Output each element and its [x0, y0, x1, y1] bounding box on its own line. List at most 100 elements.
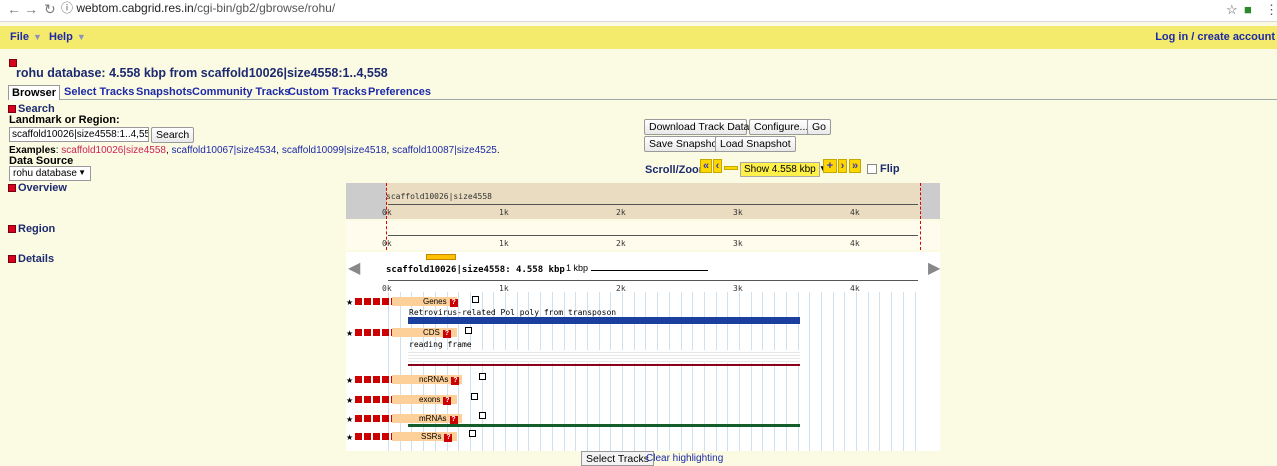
grid-line: [622, 292, 623, 451]
scroll-left-icon[interactable]: ‹: [713, 159, 722, 173]
region-marker-right: [920, 183, 921, 219]
overview-section-header[interactable]: Overview: [8, 182, 67, 194]
collapse-icon[interactable]: [8, 105, 16, 114]
track-label-mrnas[interactable]: mRNAs?: [392, 414, 462, 424]
address-bar[interactable]: ⓘ webtom.cabgrid.res.in/cgi-bin/gb2/gbro…: [61, 0, 335, 16]
track-info-icon[interactable]: [465, 327, 472, 334]
tab-community-tracks[interactable]: Community Tracks: [189, 85, 293, 100]
save-snapshot-button[interactable]: Save Snapshot: [644, 136, 726, 152]
gene-feature-bar[interactable]: [408, 317, 800, 324]
search-button[interactable]: Search: [151, 127, 195, 143]
extension-icon[interactable]: ■: [1244, 2, 1252, 17]
load-snapshot-button[interactable]: Load Snapshot: [715, 136, 796, 152]
grid-line: [692, 292, 694, 451]
browser-toolbar: ← → ↻ ⓘ webtom.cabgrid.res.in/cgi-bin/gb…: [0, 0, 1277, 22]
scroll-far-right-icon[interactable]: »: [849, 159, 861, 173]
back-icon[interactable]: ←: [7, 1, 21, 17]
track-label-cds[interactable]: CDS?: [392, 328, 457, 338]
menu-bar: File ▼ Help ▼ Log in / create account: [0, 26, 1277, 49]
help-icon: ?: [443, 397, 452, 405]
track-info-icon[interactable]: [472, 296, 479, 303]
help-icon: ?: [444, 434, 453, 442]
details-section-header[interactable]: Details: [8, 253, 54, 265]
download-track-data-select[interactable]: Download Track Data ▼: [644, 119, 763, 135]
overview-axis: [388, 204, 918, 205]
grid-line: [750, 292, 752, 451]
collapse-icon[interactable]: [8, 255, 16, 264]
login-link[interactable]: Log in / create account: [1155, 31, 1275, 43]
tab-select-tracks[interactable]: Select Tracks: [61, 85, 137, 100]
drag-handle[interactable]: [426, 254, 456, 260]
track-info-icon[interactable]: [471, 393, 478, 400]
file-menu[interactable]: File ▼: [10, 31, 42, 43]
go-button[interactable]: Go: [807, 119, 832, 135]
region-section-header[interactable]: Region: [8, 223, 55, 235]
help-menu[interactable]: Help ▼: [49, 31, 86, 43]
gene-feature-label: Retrovirus-related Pol poly from transpo…: [409, 308, 617, 317]
pan-left-icon[interactable]: ◀: [348, 258, 360, 278]
chevron-down-icon: ▼: [78, 168, 86, 177]
grid-line: [645, 292, 647, 451]
track-label-ncrnas[interactable]: ncRNAs?: [392, 375, 462, 385]
region-panel[interactable]: 0k 1k 2k 3k 4k: [346, 221, 940, 250]
tab-snapshots[interactable]: Snapshots: [133, 85, 195, 100]
data-source-select[interactable]: rohu database ▼: [9, 166, 91, 181]
example-link[interactable]: scaffold10026|size4558: [61, 145, 166, 156]
tab-preferences[interactable]: Preferences: [365, 85, 434, 100]
pan-right-icon[interactable]: ▶: [928, 258, 940, 278]
bookmark-star-icon[interactable]: ☆: [1226, 2, 1238, 18]
grid-line: [680, 292, 682, 451]
browser-menu-icon[interactable]: ⋮: [1265, 2, 1277, 18]
zoom-out-icon[interactable]: [724, 166, 738, 170]
track-info-icon[interactable]: [469, 430, 476, 437]
help-icon: ?: [449, 416, 458, 424]
select-tracks-button[interactable]: Select Tracks: [581, 451, 655, 466]
reload-icon[interactable]: ↻: [44, 1, 56, 18]
tab-custom-tracks[interactable]: Custom Tracks: [285, 85, 370, 100]
example-link[interactable]: scaffold10067|size4534: [172, 145, 277, 156]
tab-browser[interactable]: Browser: [8, 85, 61, 100]
collapse-icon[interactable]: [8, 225, 16, 234]
zoom-level-select[interactable]: Show 4.558 kbp ▼: [740, 162, 828, 177]
mrna-feature-bar[interactable]: [408, 424, 800, 427]
tick-label: 3k: [733, 239, 743, 248]
tick-label: 1k: [499, 239, 509, 248]
details-header: scaffold10026|size4558: 4.558 kbp: [386, 265, 565, 275]
scale-label: 1 kbp: [566, 263, 589, 273]
overview-highlight: [386, 183, 921, 219]
grid-line: [388, 292, 389, 451]
tick-label: 0k: [382, 284, 392, 293]
tick-label: 3k: [733, 284, 743, 293]
flip-label: Flip: [880, 163, 900, 175]
example-link[interactable]: scaffold10099|size4518: [282, 145, 387, 156]
flip-checkbox[interactable]: [867, 164, 877, 174]
grid-line: [762, 292, 764, 451]
grid-line: [668, 292, 670, 451]
grid-line: [914, 292, 916, 451]
collapse-icon[interactable]: [8, 184, 16, 193]
track-label-exons[interactable]: exons?: [392, 395, 457, 405]
example-link[interactable]: scaffold10087|size4525: [392, 145, 497, 156]
landmark-input[interactable]: scaffold10026|size4558:1..4,558: [9, 127, 149, 142]
grid-line: [867, 292, 869, 451]
configure-button[interactable]: Configure...: [749, 119, 814, 135]
clear-highlighting-link[interactable]: Clear highlighting: [646, 453, 723, 464]
track-label-genes[interactable]: Genes?: [392, 297, 458, 307]
track-info-icon[interactable]: [479, 373, 486, 380]
grid-line: [902, 292, 904, 451]
forward-icon[interactable]: →: [24, 1, 38, 17]
track-label-ssrs[interactable]: SSRs?: [392, 432, 457, 442]
chevron-down-icon: ▼: [76, 32, 86, 42]
grid-line: [879, 292, 881, 451]
scroll-right-icon[interactable]: ›: [838, 159, 847, 173]
scroll-far-left-icon[interactable]: «: [700, 159, 712, 173]
help-icon: ?: [449, 299, 458, 307]
zoom-in-icon[interactable]: +: [823, 159, 837, 173]
tick-label: 2k: [616, 284, 626, 293]
grid-line: [856, 292, 857, 451]
examples-line: Examples: scaffold10026|size4558, scaffo…: [9, 145, 500, 156]
track-info-icon[interactable]: [479, 412, 486, 419]
overview-panel[interactable]: scaffold10026|size4558 0k 1k 2k 3k 4k: [346, 183, 940, 219]
tick-label: 2k: [616, 239, 626, 248]
cds-feature-bar[interactable]: [408, 364, 800, 366]
